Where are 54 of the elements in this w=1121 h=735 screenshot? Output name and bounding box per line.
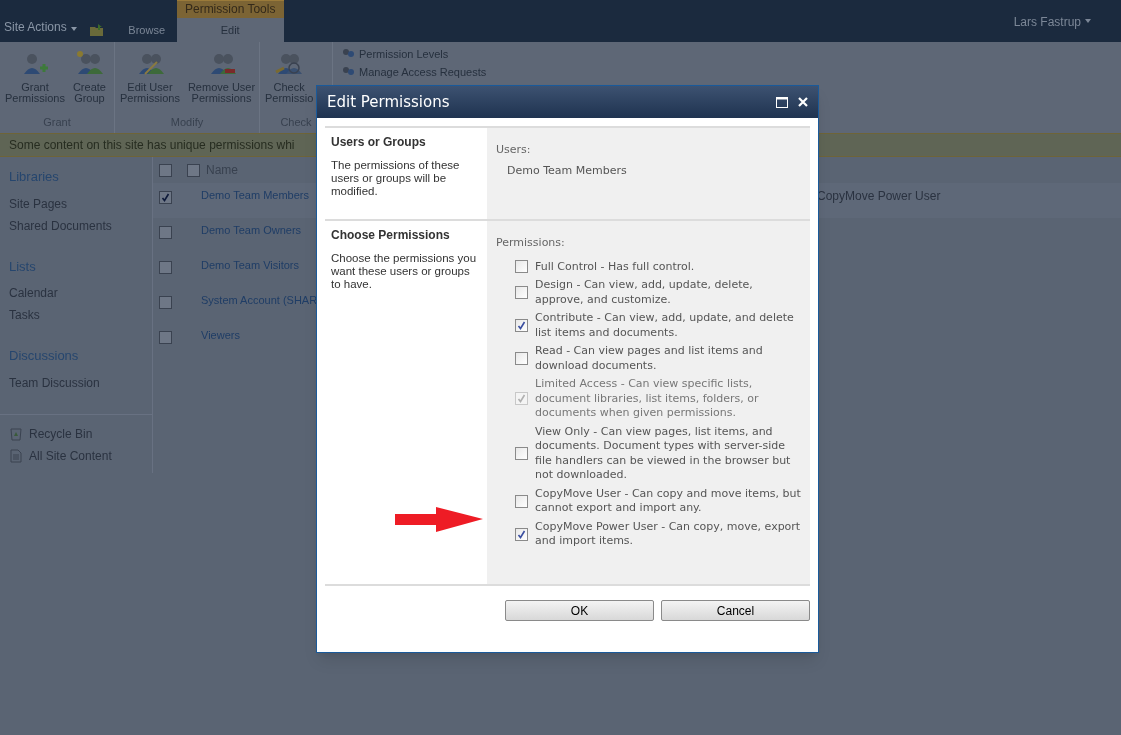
caret-icon — [70, 27, 77, 31]
ribbon-tab[interactable]: Edit — [176, 18, 284, 42]
checkbox[interactable] — [515, 286, 528, 299]
close-icon[interactable] — [798, 97, 808, 107]
caret-icon — [1085, 19, 1091, 23]
users-icon — [341, 48, 355, 60]
permission-label: Read - Can view pages and list items and download documents. — [535, 344, 764, 373]
dialog-title: Edit Permissions — [327, 91, 451, 113]
user-value: Demo Team Members — [506, 162, 628, 179]
document-icon — [9, 448, 23, 463]
recycle-bin-icon — [9, 426, 23, 441]
section-description: Choose the permissions you want these users or groups to have. — [331, 252, 478, 291]
ribbon-link[interactable]: Manage Access Requests — [341, 66, 487, 78]
checkbox[interactable] — [187, 163, 200, 177]
dialog-button[interactable]: Cancel — [661, 600, 810, 621]
site-actions-menu[interactable]: Site Actions — [4, 18, 67, 36]
checkbox[interactable] — [159, 261, 172, 274]
ribbon-button[interactable]: Create Group — [69, 50, 109, 114]
permission-label: CopyMove User - Can copy and move items, but cannot export and import any. — [535, 486, 802, 516]
user-menu[interactable]: Lars Fastrup — [1013, 13, 1081, 31]
field-label: Permissions: — [496, 235, 566, 251]
permission-label: View Only - Can view pages, list items, and documents. Document types with server-side file handlers can be viewed in the browser but not downloaded. — [535, 424, 792, 483]
permission-label: Contribute - Can view, add, update, and delete list items and documents. — [535, 311, 795, 340]
checkbox[interactable] — [515, 260, 528, 274]
ribbon-link[interactable]: Permission Levels — [341, 48, 487, 60]
checkbox[interactable] — [515, 352, 528, 365]
ribbon-button[interactable]: Check Permissio — [262, 50, 317, 114]
notice-text: Some content on this site has unique permissions whi — [9, 137, 295, 154]
checkbox[interactable] — [159, 191, 172, 204]
checkbox[interactable] — [159, 296, 172, 309]
checkbox[interactable] — [515, 527, 528, 541]
checkbox[interactable] — [159, 163, 172, 177]
table-cell-text: CopyMove Power User — [817, 188, 942, 205]
ribbon-tab[interactable]: Browse — [116, 18, 177, 42]
checkbox[interactable] — [515, 447, 528, 460]
contextual-group-label: Permission Tools — [176, 0, 284, 18]
permission-label: CopyMove Power User - Can copy, move, export and import items. — [535, 519, 802, 549]
checkbox[interactable] — [515, 494, 528, 508]
checkbox[interactable] — [159, 331, 172, 344]
folder-icon[interactable] — [88, 23, 105, 37]
ribbon-button[interactable]: Remove User Permissions — [184, 50, 259, 114]
permission-label: Design - Can view, add, update, delete, approve, and customize. — [535, 278, 754, 307]
section-heading: Users or Groups — [331, 134, 427, 151]
dialog-button[interactable]: OK — [505, 600, 654, 621]
section-description: The permissions of these users or groups will be modified. — [331, 159, 461, 198]
ribbon-button[interactable]: Grant Permissions — [2, 50, 68, 114]
field-label: Users: — [496, 142, 532, 158]
checkbox[interactable] — [515, 319, 528, 332]
users-icon — [341, 66, 355, 78]
checkbox[interactable] — [159, 226, 172, 239]
permission-label: Limited Access - Can view specific lists, document libraries, list items, folders, or documents when given permissions. — [535, 377, 760, 421]
maximize-icon[interactable] — [776, 96, 788, 108]
section-heading: Choose Permissions — [331, 227, 451, 244]
permission-label: Full Control - Has full control. — [535, 259, 695, 274]
